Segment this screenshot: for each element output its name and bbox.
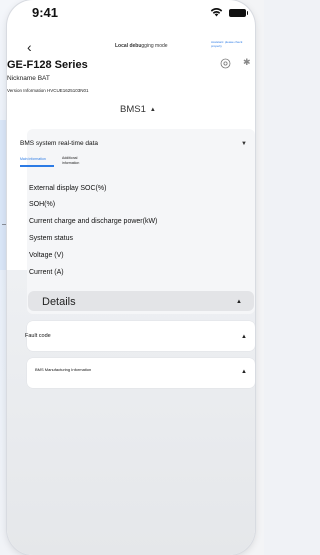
realtime-card-collapse-icon[interactable]: ▼: [241, 141, 247, 147]
corner-note: Assistant: please check properly: [211, 40, 243, 48]
back-button[interactable]: ‹: [27, 40, 32, 54]
target-icon[interactable]: [220, 58, 231, 69]
fault-code-arrow-icon: ▲: [241, 334, 247, 340]
page-title: GE-F128 Series: [7, 59, 88, 71]
mode-label-rest: gging mode: [141, 43, 168, 49]
bms-selector[interactable]: BMS1 ▲: [120, 104, 156, 115]
mode-label: Local debugging mode: [115, 43, 168, 49]
version-text: Version Information HVCUE1625103N01: [7, 88, 89, 93]
manufacturing-info-title: BMS Manufacturing Information: [35, 367, 92, 372]
row-system-status: System status: [29, 235, 73, 242]
wifi-icon: [210, 8, 223, 17]
manufacturing-info-arrow-icon: ▲: [241, 369, 247, 375]
row-charge-discharge-power: Current charge and discharge power(kW): [29, 218, 158, 225]
realtime-card-title[interactable]: BMS system real-time data: [20, 140, 98, 147]
row-external-display-soc: External display SOC(%): [29, 185, 107, 192]
details-label: Details: [42, 296, 76, 308]
fault-code-card[interactable]: [27, 321, 255, 351]
bms-selector-arrow-icon: ▲: [149, 107, 156, 113]
status-bar: 9:41: [7, 0, 255, 28]
tab-additional-information[interactable]: Additional information: [62, 156, 79, 165]
bms-selector-label: BMS1: [120, 104, 146, 115]
bluetooth-icon[interactable]: ✱: [243, 57, 251, 68]
tab-active-indicator: [20, 165, 54, 167]
nickname-text: Nickname BAT: [7, 75, 50, 82]
row-current: Current (A): [29, 269, 64, 276]
tab-main-information[interactable]: Main information: [20, 157, 46, 161]
fault-code-title: Fault code: [25, 333, 51, 339]
battery-icon: [229, 9, 248, 17]
status-time: 9:41: [32, 5, 59, 20]
row-voltage: Voltage (V): [29, 252, 64, 259]
details-arrow-icon: ▲: [236, 299, 242, 305]
mode-label-bold: Local debu: [115, 43, 142, 49]
row-soh: SOH(%): [29, 201, 56, 208]
phone-screen: 9:41 ‹ Local debugging mode Assistant: p…: [7, 0, 255, 555]
manufacturing-info-card[interactable]: [27, 358, 255, 388]
